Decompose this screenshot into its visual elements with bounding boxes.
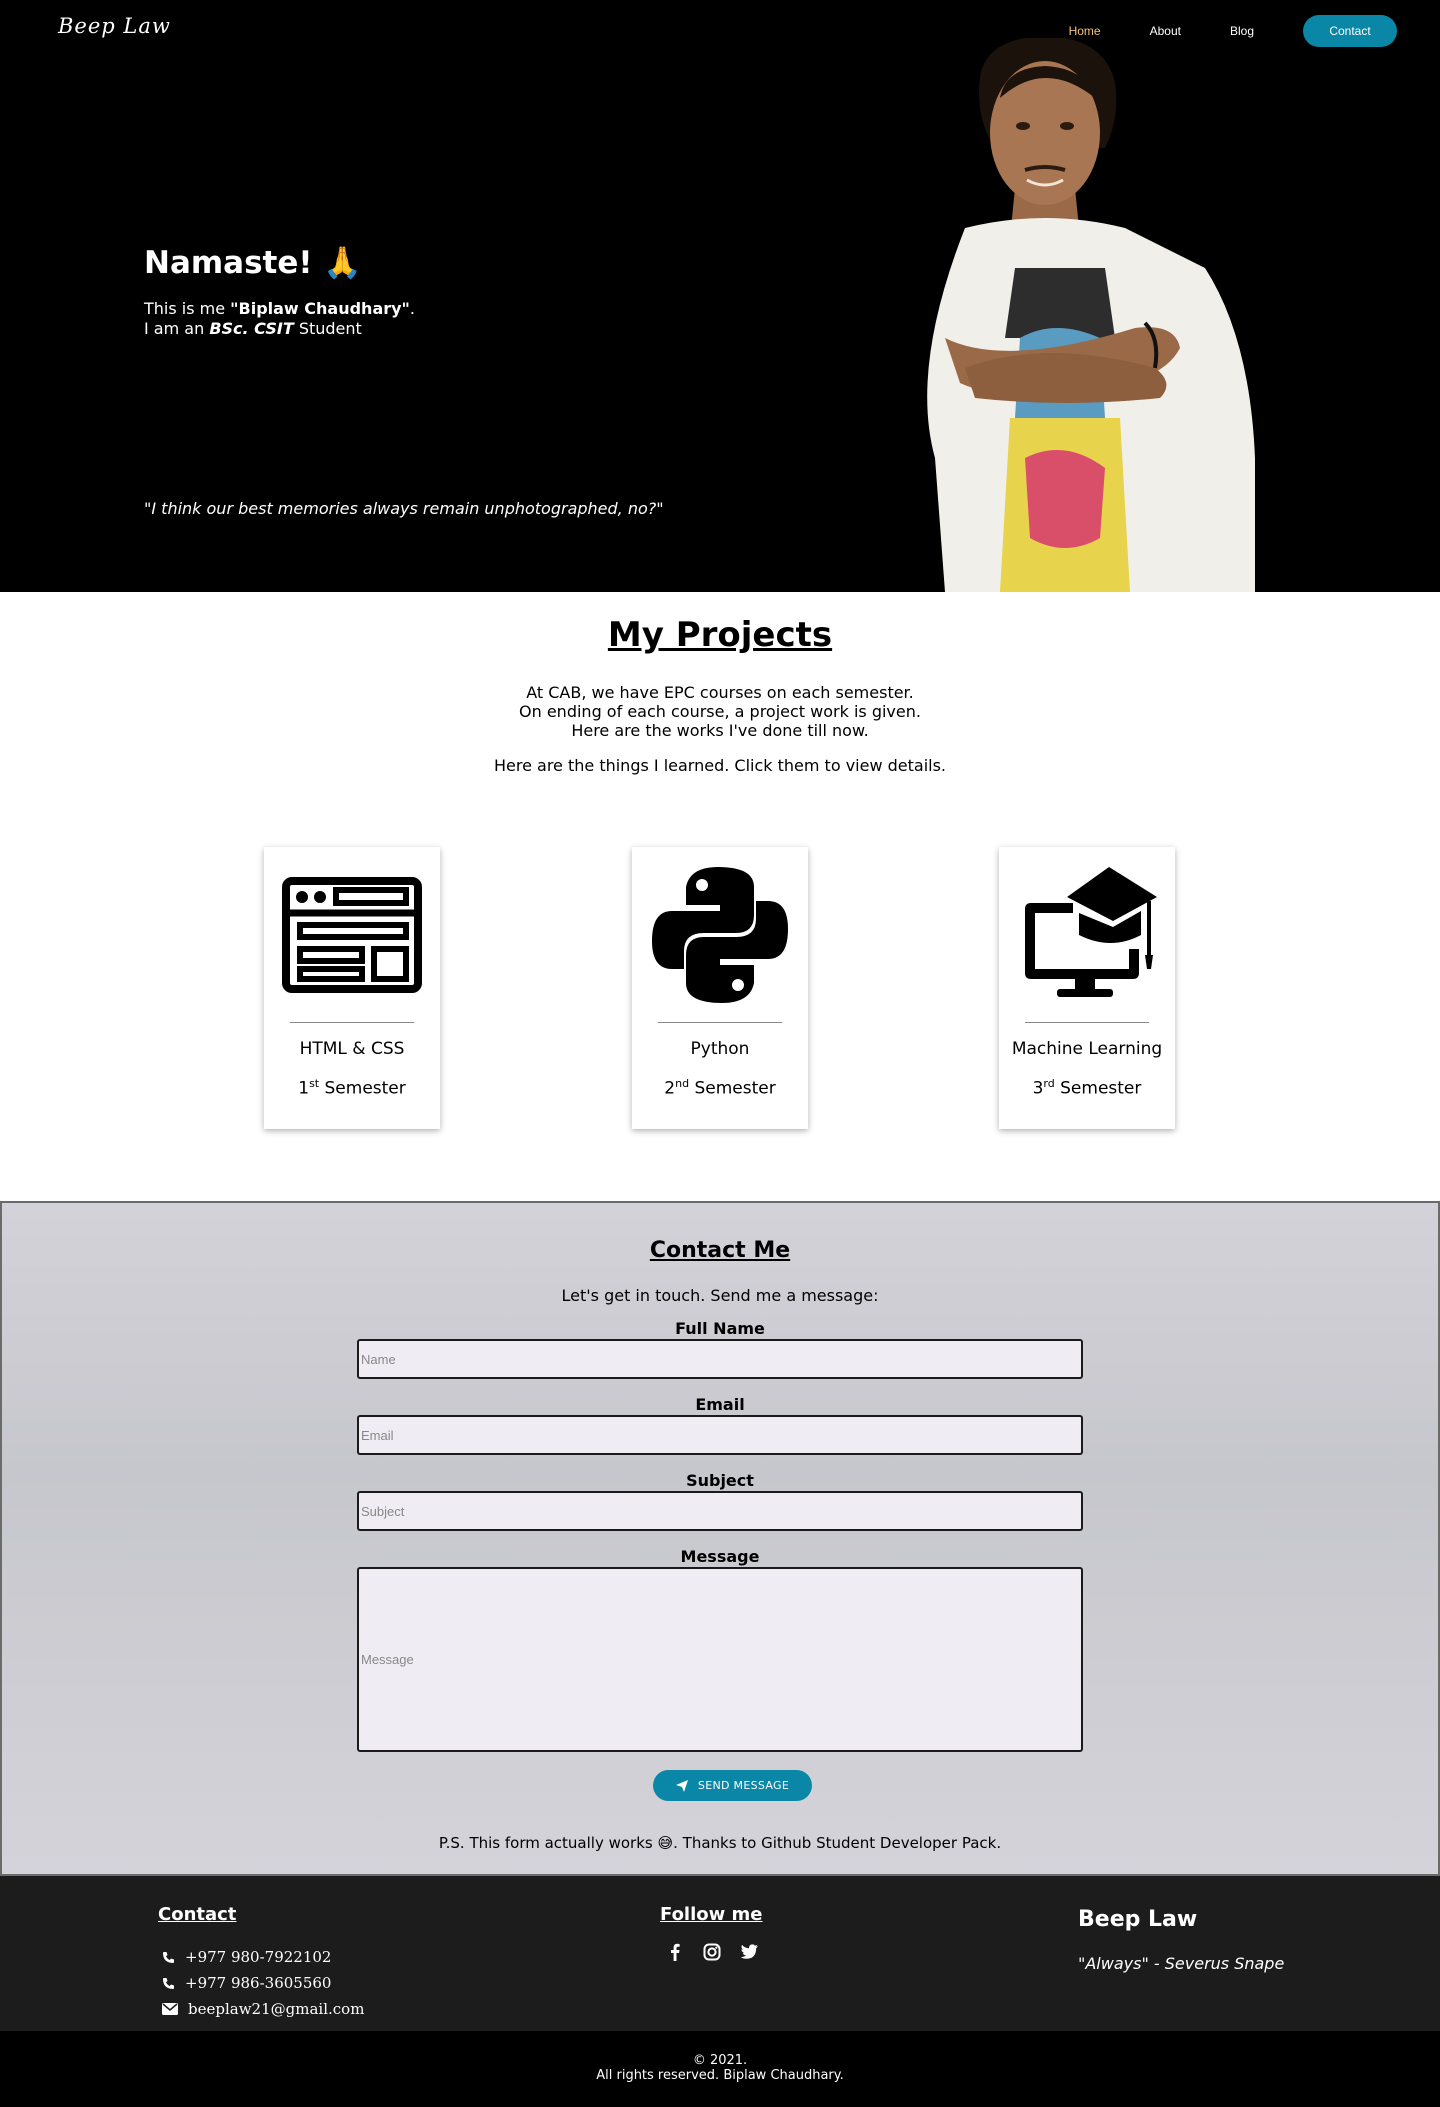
sem-num: 1 [298,1078,310,1099]
card-divider [290,1022,414,1023]
computer-graduation-icon [1025,867,1157,997]
nav-about[interactable]: About [1150,24,1181,38]
hero-quote: "I think our best memories always remain… [144,499,664,518]
email-label: Email [695,1395,745,1414]
intro-name: "Biplaw Chaudhary" [230,299,410,318]
contact-subtitle: Let's get in touch. Send me a message: [561,1286,879,1305]
email-line: beeplaw21@gmail.com [162,2000,364,2018]
sem-suffix: nd [675,1077,690,1090]
subject-input[interactable] [357,1491,1083,1531]
card-divider [658,1022,782,1023]
projects-hint: Here are the things I learned. Click the… [493,756,947,775]
sem-suffix: st [309,1077,320,1090]
subject-label: Subject [686,1471,754,1490]
intro-degree: BSc. CSIT [209,319,294,338]
social-links [664,1941,775,1963]
projects-title: My Projects [607,615,833,655]
email-address[interactable]: beeplaw21@gmail.com [188,2000,364,2018]
projects-desc-line: Here are the works I've done till now. [571,721,869,740]
footer-contact-title: Contact [158,1904,237,1925]
card-semester: 1st Semester [264,1077,440,1099]
card-semester: 3rd Semester [999,1077,1175,1099]
paper-plane-icon [675,1779,688,1792]
facebook-icon[interactable] [664,1941,686,1963]
footer-brand: Beep Law [1078,1907,1198,1932]
sem-suffix: rd [1043,1077,1055,1090]
portrait-photo [927,38,1255,592]
copyright-line-2: All rights reserved. Biplaw Chaudhary. [596,2068,844,2083]
projects-description: At CAB, we have EPC courses on each seme… [0,683,1440,740]
hero-greeting: Namaste! 🙏 [144,245,362,281]
copyright-line-1: © 2021. [692,2053,748,2068]
full-name-label: Full Name [675,1319,765,1338]
intro-suffix-2: Student [293,319,362,338]
message-textarea[interactable]: Message [357,1567,1083,1752]
sem-label: Semester [319,1078,406,1099]
footer-quote: "Always" - Severus Snape [1078,1954,1285,1973]
copyright-bar: © 2021. All rights reserved. Biplaw Chau… [0,2031,1440,2107]
projects-desc-line: At CAB, we have EPC courses on each seme… [526,683,914,702]
twitter-icon[interactable] [738,1941,760,1963]
nav-blog[interactable]: Blog [1230,24,1254,38]
contact-section: Contact Me Let's get in touch. Send me a… [0,1201,1440,1876]
card-title: Machine Learning [1011,1039,1163,1059]
card-semester: 2nd Semester [632,1077,808,1099]
intro-suffix: . [409,299,415,318]
python-icon [652,867,788,1003]
nav-home[interactable]: Home [1069,24,1101,38]
envelope-icon [162,2003,178,2015]
name-input[interactable] [357,1339,1083,1379]
sem-label: Semester [689,1078,776,1099]
phone-icon [163,1977,174,1989]
sem-num: 2 [664,1078,676,1099]
instagram-icon[interactable] [701,1941,723,1963]
footer: Contact +977 980-7922102 +977 986-360556… [0,1876,1440,2031]
project-card-html-css[interactable]: HTML & CSS 1st Semester [264,847,440,1129]
phone-line-1: +977 980-7922102 [162,1948,331,1966]
form-note: P.S. This form actually works 😅. Thanks … [438,1834,1002,1852]
card-title: HTML & CSS [299,1039,405,1059]
phone-number-1[interactable]: +977 980-7922102 [185,1948,331,1966]
card-title: Python [690,1039,750,1059]
sem-num: 3 [1032,1078,1044,1099]
intro-line-1: This is me "Biplaw Chaudhary". [144,299,415,319]
hero-intro: This is me "Biplaw Chaudhary". I am an B… [144,299,415,339]
send-message-button[interactable]: SEND MESSAGE [653,1770,812,1801]
intro-prefix-2: I am an [144,319,210,338]
site-logo[interactable]: Beep Law [58,14,171,38]
project-card-machine-learning[interactable]: Machine Learning 3rd Semester [999,847,1175,1129]
projects-desc-line: On ending of each course, a project work… [519,702,921,721]
project-card-python[interactable]: Python 2nd Semester [632,847,808,1129]
send-label: SEND MESSAGE [697,1779,790,1792]
intro-line-2: I am an BSc. CSIT Student [144,319,415,339]
contact-title: Contact Me [649,1238,791,1263]
email-input[interactable] [357,1415,1083,1455]
card-divider [1025,1022,1149,1023]
hero-section: Beep Law Home About Blog Contact Namaste… [0,0,1440,592]
phone-number-2[interactable]: +977 986-3605560 [185,1974,331,1992]
nav-contact-button[interactable]: Contact [1303,15,1397,47]
sem-label: Semester [1054,1078,1142,1099]
follow-title: Follow me [660,1904,763,1925]
message-label: Message [680,1547,760,1566]
phone-icon [163,1951,174,1963]
phone-line-2: +977 986-3605560 [162,1974,331,1992]
web-layout-icon [282,877,422,993]
intro-prefix: This is me [144,299,231,318]
